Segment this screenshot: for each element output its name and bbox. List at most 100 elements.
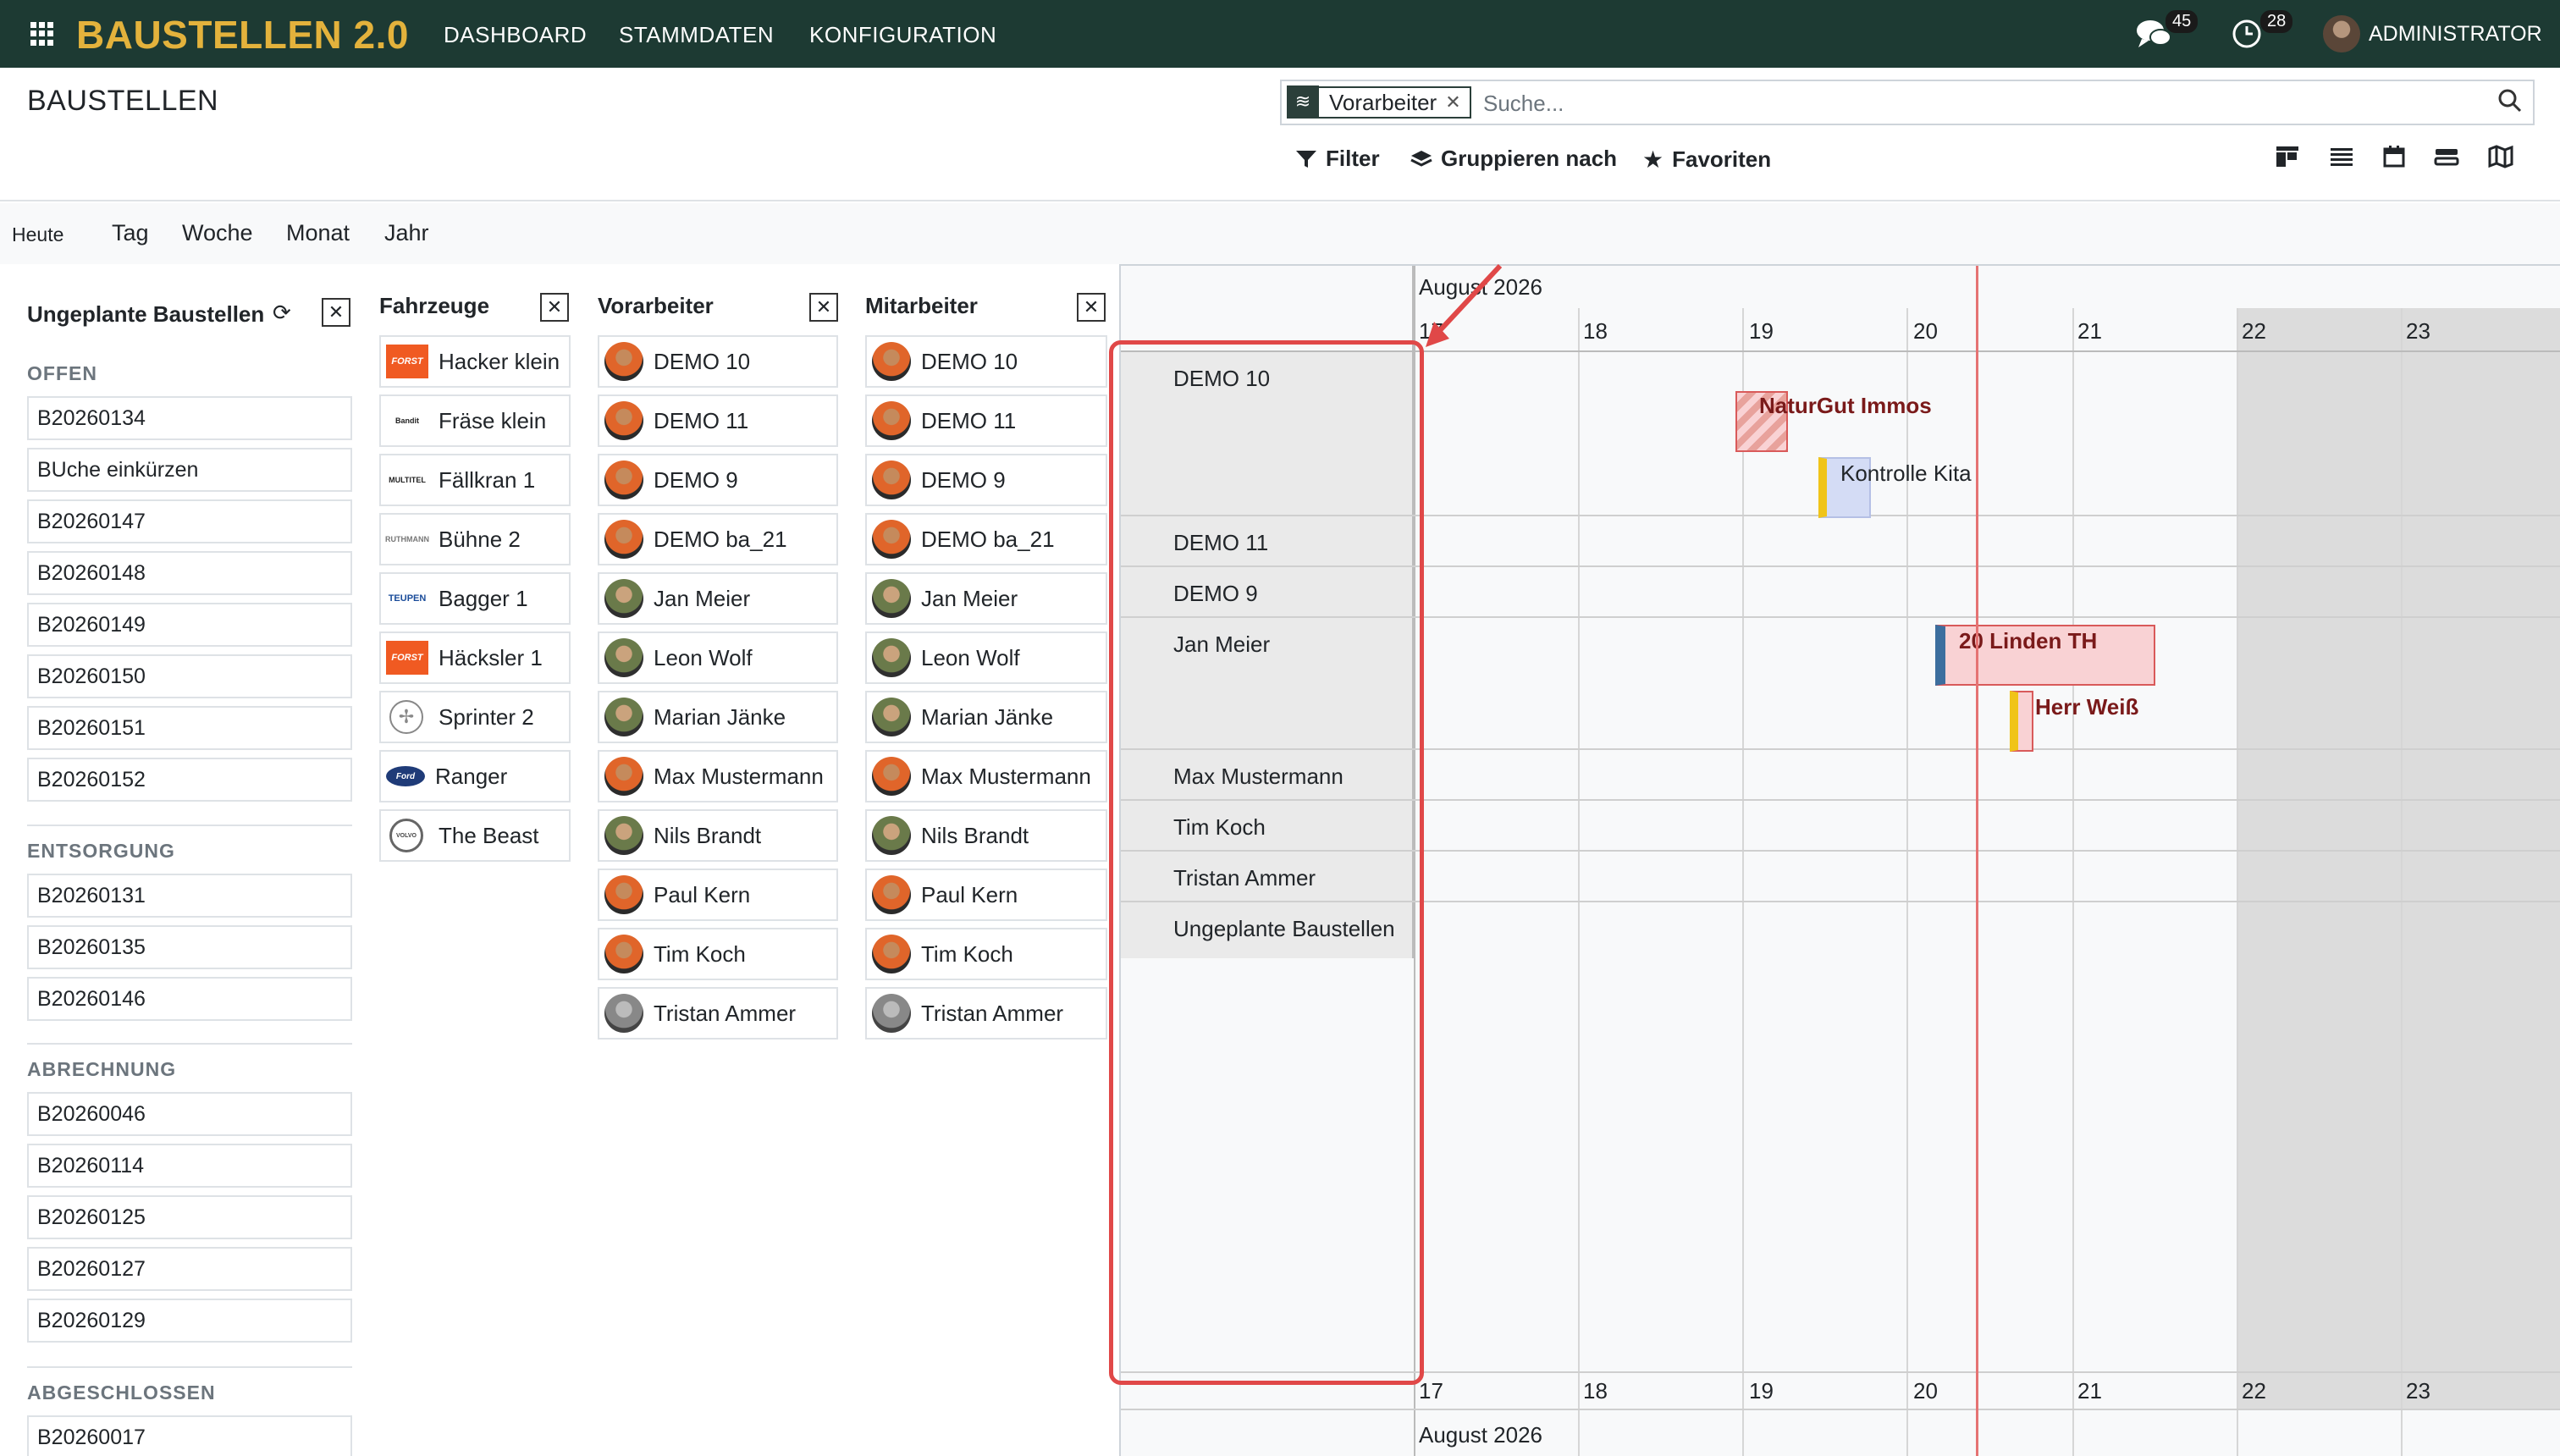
- vehicle-card[interactable]: VOLVO The Beast: [379, 809, 571, 862]
- foreman-card[interactable]: Max Mustermann: [598, 750, 838, 802]
- forst-logo: FORST: [386, 641, 428, 675]
- list-item[interactable]: B20260134: [27, 396, 352, 440]
- foreman-card[interactable]: Tristan Ammer: [598, 987, 838, 1040]
- facet-remove-icon[interactable]: ✕: [1445, 91, 1469, 113]
- list-item[interactable]: B20260149: [27, 603, 352, 647]
- scale-month-button[interactable]: Monat: [286, 220, 350, 246]
- group-by-button[interactable]: Gruppieren nach: [1410, 146, 1617, 172]
- top-navbar: BAUSTELLEN 2.0 DASHBOARD STAMMDATEN KONF…: [0, 0, 2560, 68]
- refresh-icon[interactable]: ⟳: [273, 300, 291, 326]
- gantt-task-bar[interactable]: [2010, 691, 2033, 752]
- vehicle-card[interactable]: FORST Häcksler 1: [379, 631, 571, 684]
- user-menu[interactable]: ADMINISTRATOR: [2369, 22, 2542, 47]
- unplanned-close-button[interactable]: ✕: [322, 298, 350, 327]
- worker-card[interactable]: DEMO ba_21: [865, 513, 1107, 565]
- list-item[interactable]: B20260147: [27, 499, 352, 543]
- worker-card[interactable]: Leon Wolf: [865, 631, 1107, 684]
- foreman-card[interactable]: DEMO 11: [598, 394, 838, 447]
- foreman-card[interactable]: DEMO 10: [598, 335, 838, 388]
- vehicles-close-button[interactable]: ✕: [540, 293, 569, 322]
- list-item[interactable]: B20260146: [27, 977, 352, 1021]
- list-item[interactable]: B20260127: [27, 1247, 352, 1291]
- menu-konfiguration[interactable]: KONFIGURATION: [809, 22, 996, 48]
- scale-year-button[interactable]: Jahr: [384, 220, 429, 246]
- search-facet[interactable]: ≋ Vorarbeiter ✕: [1287, 85, 1471, 119]
- list-item[interactable]: B20260131: [27, 874, 352, 918]
- map-view-icon[interactable]: [2484, 144, 2518, 178]
- filter-button[interactable]: Filter: [1295, 146, 1380, 172]
- avatar: [872, 875, 911, 914]
- list-item[interactable]: BUche einkürzen: [27, 448, 352, 492]
- list-view-icon[interactable]: [2325, 144, 2359, 178]
- today-button[interactable]: Heute: [12, 223, 63, 246]
- worker-name: DEMO ba_21: [921, 526, 1055, 552]
- worker-card[interactable]: Tristan Ammer: [865, 987, 1107, 1040]
- worker-card[interactable]: Nils Brandt: [865, 809, 1107, 862]
- avatar: [872, 461, 911, 499]
- worker-card[interactable]: Max Mustermann: [865, 750, 1107, 802]
- foreman-card[interactable]: Nils Brandt: [598, 809, 838, 862]
- group-by-label: Gruppieren nach: [1441, 146, 1618, 171]
- search-input[interactable]: [1483, 88, 2482, 119]
- foreman-card[interactable]: Paul Kern: [598, 869, 838, 921]
- foreman-card[interactable]: DEMO ba_21: [598, 513, 838, 565]
- app-brand[interactable]: BAUSTELLEN 2.0: [76, 12, 409, 58]
- list-item[interactable]: B20260125: [27, 1195, 352, 1239]
- gantt-day-header: 22: [2242, 318, 2266, 344]
- list-item[interactable]: B20260114: [27, 1144, 352, 1188]
- vehicle-card[interactable]: FORST Hacker klein: [379, 335, 571, 388]
- foremen-close-button[interactable]: ✕: [809, 293, 838, 322]
- foreman-card[interactable]: Tim Koch: [598, 928, 838, 980]
- divider: [27, 1366, 352, 1368]
- search-icon[interactable]: [2497, 88, 2523, 113]
- list-item[interactable]: B20260152: [27, 758, 352, 802]
- list-item[interactable]: B20260129: [27, 1299, 352, 1343]
- gantt-task-label[interactable]: Herr Weiß: [2035, 694, 2138, 720]
- worker-card[interactable]: DEMO 10: [865, 335, 1107, 388]
- scale-week-button[interactable]: Woche: [182, 220, 253, 246]
- workers-close-button[interactable]: ✕: [1077, 293, 1106, 322]
- foreman-card[interactable]: Jan Meier: [598, 572, 838, 625]
- annotation-arrow-icon: [1426, 263, 1503, 347]
- list-item[interactable]: B20260151: [27, 706, 352, 750]
- avatar: [872, 520, 911, 559]
- worker-card[interactable]: Marian Jänke: [865, 691, 1107, 743]
- worker-name: Marian Jänke: [921, 703, 1054, 730]
- list-item[interactable]: B20260150: [27, 654, 352, 698]
- vehicle-card[interactable]: ✢ Sprinter 2: [379, 691, 571, 743]
- worker-card[interactable]: DEMO 11: [865, 394, 1107, 447]
- gantt-view-icon[interactable]: [2430, 144, 2463, 178]
- foreman-card[interactable]: Marian Jänke: [598, 691, 838, 743]
- worker-card[interactable]: DEMO 9: [865, 454, 1107, 506]
- menu-dashboard[interactable]: DASHBOARD: [444, 22, 587, 48]
- menu-stammdaten[interactable]: STAMMDATEN: [619, 22, 774, 48]
- calendar-view-icon[interactable]: [2377, 144, 2411, 178]
- workers-title: Mitarbeiter: [865, 293, 978, 318]
- list-item[interactable]: B20260017: [27, 1415, 352, 1456]
- apps-icon[interactable]: [30, 22, 54, 46]
- list-item[interactable]: B20260148: [27, 551, 352, 595]
- kanban-view-icon[interactable]: [2270, 144, 2304, 178]
- clock-icon[interactable]: [2232, 19, 2262, 49]
- vehicle-card[interactable]: RUTHMANN Bühne 2: [379, 513, 571, 565]
- annotation-highlight-box: [1109, 340, 1424, 1385]
- vehicle-card[interactable]: MULTITEL Fällkran 1: [379, 454, 571, 506]
- favorites-button[interactable]: ★ Favoriten: [1642, 146, 1771, 174]
- vehicle-card[interactable]: TEUPEN Bagger 1: [379, 572, 571, 625]
- list-item[interactable]: B20260046: [27, 1092, 352, 1136]
- vehicle-card[interactable]: Ford Ranger: [379, 750, 571, 802]
- avatar[interactable]: [2323, 15, 2360, 52]
- vehicle-card[interactable]: Bandit Fräse klein: [379, 394, 571, 447]
- scale-day-button[interactable]: Tag: [112, 220, 149, 246]
- foreman-card[interactable]: Leon Wolf: [598, 631, 838, 684]
- avatar: [872, 342, 911, 381]
- foreman-card[interactable]: DEMO 9: [598, 454, 838, 506]
- search-bar[interactable]: ≋ Vorarbeiter ✕: [1280, 80, 2535, 125]
- list-item[interactable]: B20260135: [27, 925, 352, 969]
- worker-card[interactable]: Jan Meier: [865, 572, 1107, 625]
- gantt-task-label[interactable]: 20 Linden TH: [1959, 628, 2097, 654]
- worker-card[interactable]: Tim Koch: [865, 928, 1107, 980]
- gantt-task-label[interactable]: NaturGut Immos: [1759, 393, 1932, 419]
- worker-card[interactable]: Paul Kern: [865, 869, 1107, 921]
- gantt-task-label[interactable]: Kontrolle Kita: [1840, 461, 1972, 487]
